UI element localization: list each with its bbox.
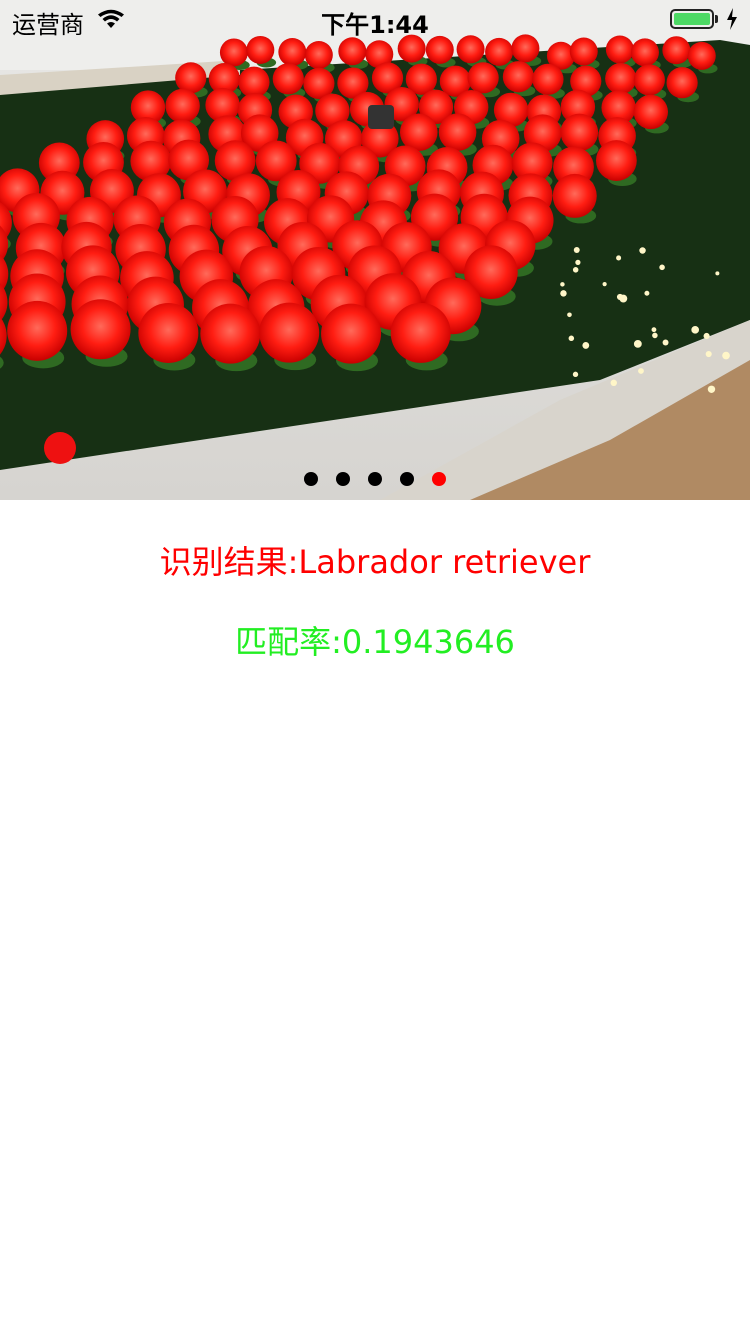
image-carousel[interactable] <box>0 0 750 500</box>
battery-level <box>674 13 710 25</box>
page-dot-active[interactable] <box>432 472 446 486</box>
charging-bolt-icon <box>727 8 737 30</box>
page-dot[interactable] <box>336 472 350 486</box>
battery-cap <box>715 15 718 23</box>
page-dot[interactable] <box>304 472 318 486</box>
match-rate-label: 匹配率:0.1943646 <box>235 623 515 661</box>
page-dot[interactable] <box>368 472 382 486</box>
recognition-result-label: 识别结果:Labrador retriever <box>159 543 591 581</box>
status-bar: 运营商 下午1:44 <box>0 0 750 40</box>
page-indicator[interactable] <box>0 472 750 488</box>
page-dot[interactable] <box>400 472 414 486</box>
battery-icon <box>670 9 714 29</box>
rose-display-photo <box>0 0 750 500</box>
clock: 下午1:44 <box>321 11 429 39</box>
